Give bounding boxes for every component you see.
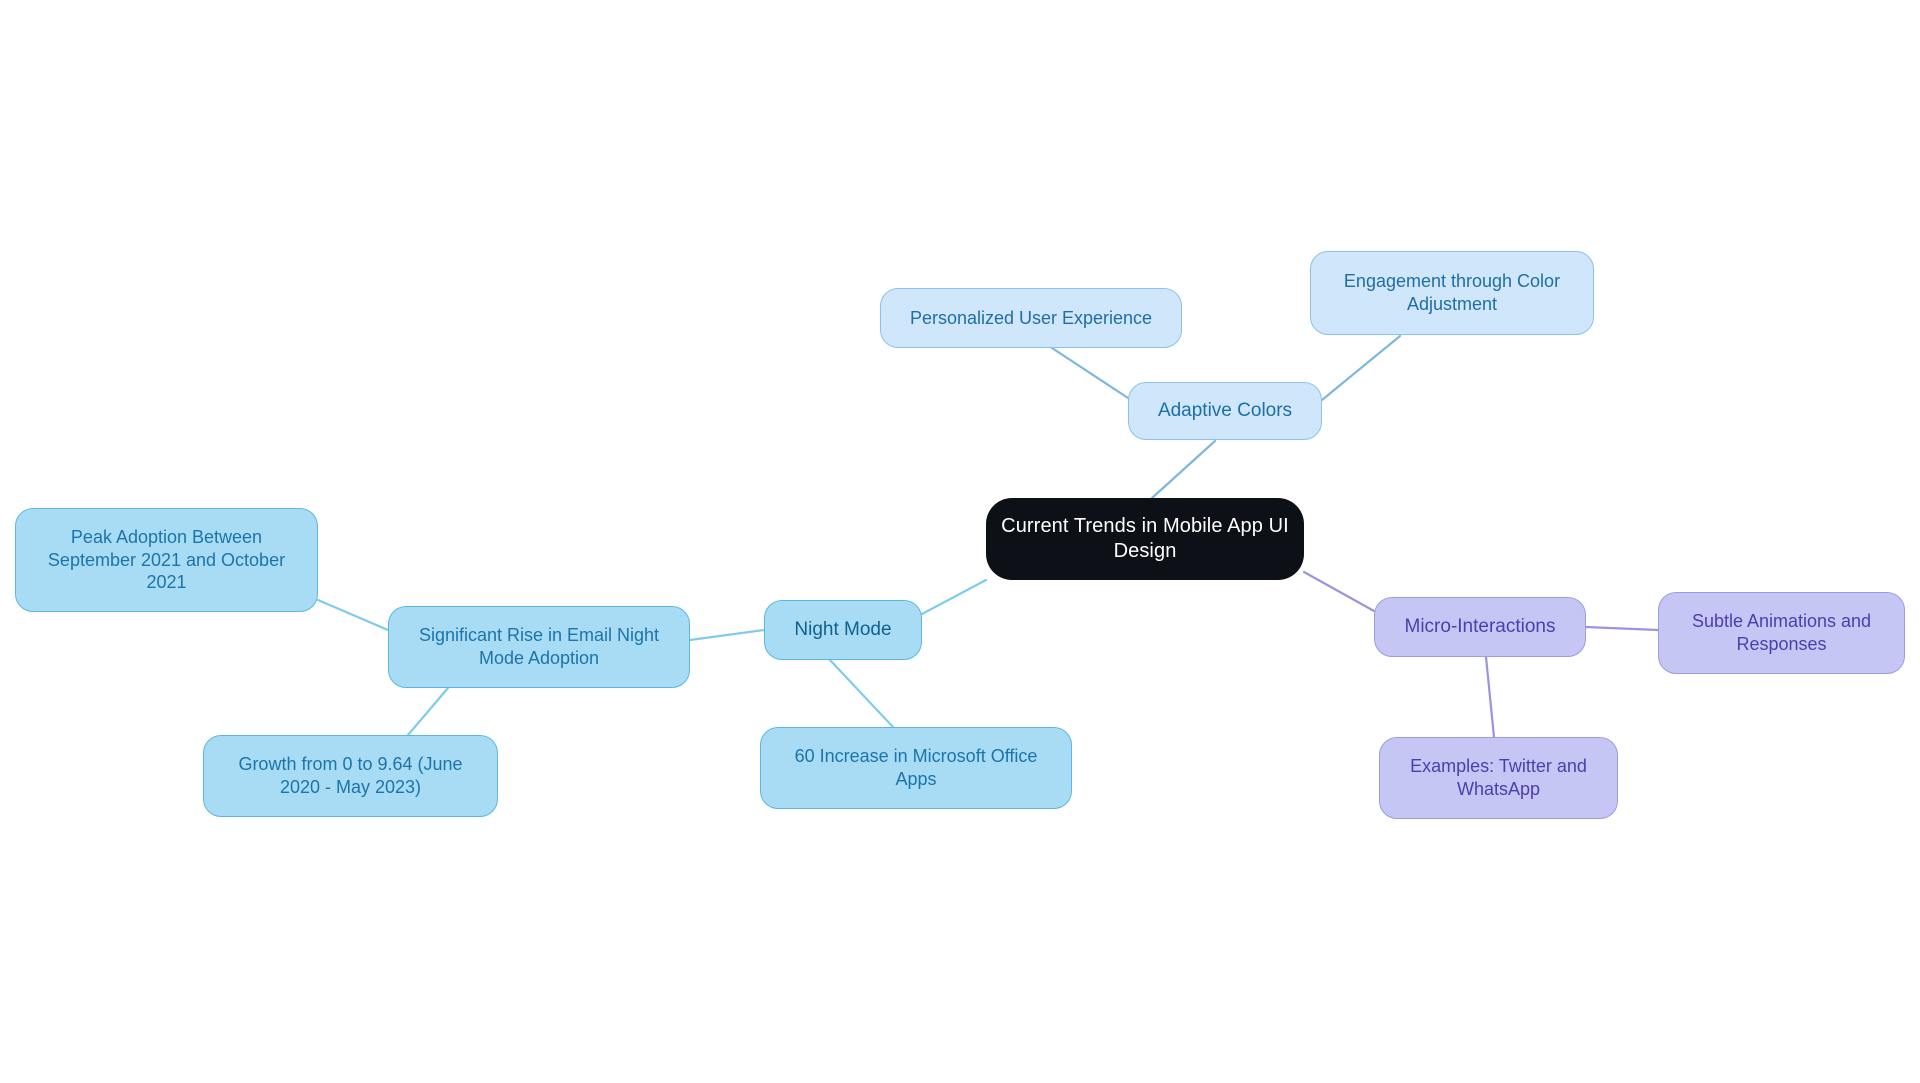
edge-night-significant <box>688 628 766 642</box>
edge-adaptive-engagement <box>1320 334 1402 402</box>
mindmap-node-night-mode[interactable]: Night Mode <box>764 600 922 660</box>
mindmap-canvas: Current Trends in Mobile App UI Design A… <box>0 0 1920 1083</box>
mindmap-node-personalized-user-experience[interactable]: Personalized User Experience <box>880 288 1182 348</box>
edge-root-adaptive-colors <box>1150 439 1217 500</box>
mindmap-node-examples-twitter-and-whatsapp[interactable]: Examples: Twitter and WhatsApp <box>1379 737 1618 819</box>
edge-significant-growth <box>406 686 450 737</box>
edge-root-micro <box>1302 570 1376 613</box>
edge-adaptive-personalized <box>1050 346 1130 400</box>
edge-night-60increase <box>828 658 895 729</box>
mindmap-node-engagement-through-color-adjustment[interactable]: Engagement through Color Adjustment <box>1310 251 1594 335</box>
mindmap-node-subtle-animations-and-responses[interactable]: Subtle Animations and Responses <box>1658 592 1905 674</box>
mindmap-node-60-increase-in-microsoft-office-apps[interactable]: 60 Increase in Microsoft Office Apps <box>760 727 1072 809</box>
mindmap-node-peak-adoption-between-september-2021-and-october-2021[interactable]: Peak Adoption Between September 2021 and… <box>15 508 318 612</box>
mindmap-node-micro-interactions[interactable]: Micro-Interactions <box>1374 597 1586 657</box>
edge-root-night-mode <box>920 578 988 616</box>
edge-significant-peak <box>316 598 390 632</box>
mindmap-node-growth-from-0-to-9-64[interactable]: Growth from 0 to 9.64 (June 2020 - May 2… <box>203 735 498 817</box>
edge-micro-subtle <box>1584 625 1660 632</box>
edge-micro-examples <box>1484 655 1496 739</box>
mindmap-node-root[interactable]: Current Trends in Mobile App UI Design <box>986 498 1304 580</box>
mindmap-node-adaptive-colors[interactable]: Adaptive Colors <box>1128 382 1322 440</box>
mindmap-node-significant-rise-in-email-night-mode-adoption[interactable]: Significant Rise in Email Night Mode Ado… <box>388 606 690 688</box>
